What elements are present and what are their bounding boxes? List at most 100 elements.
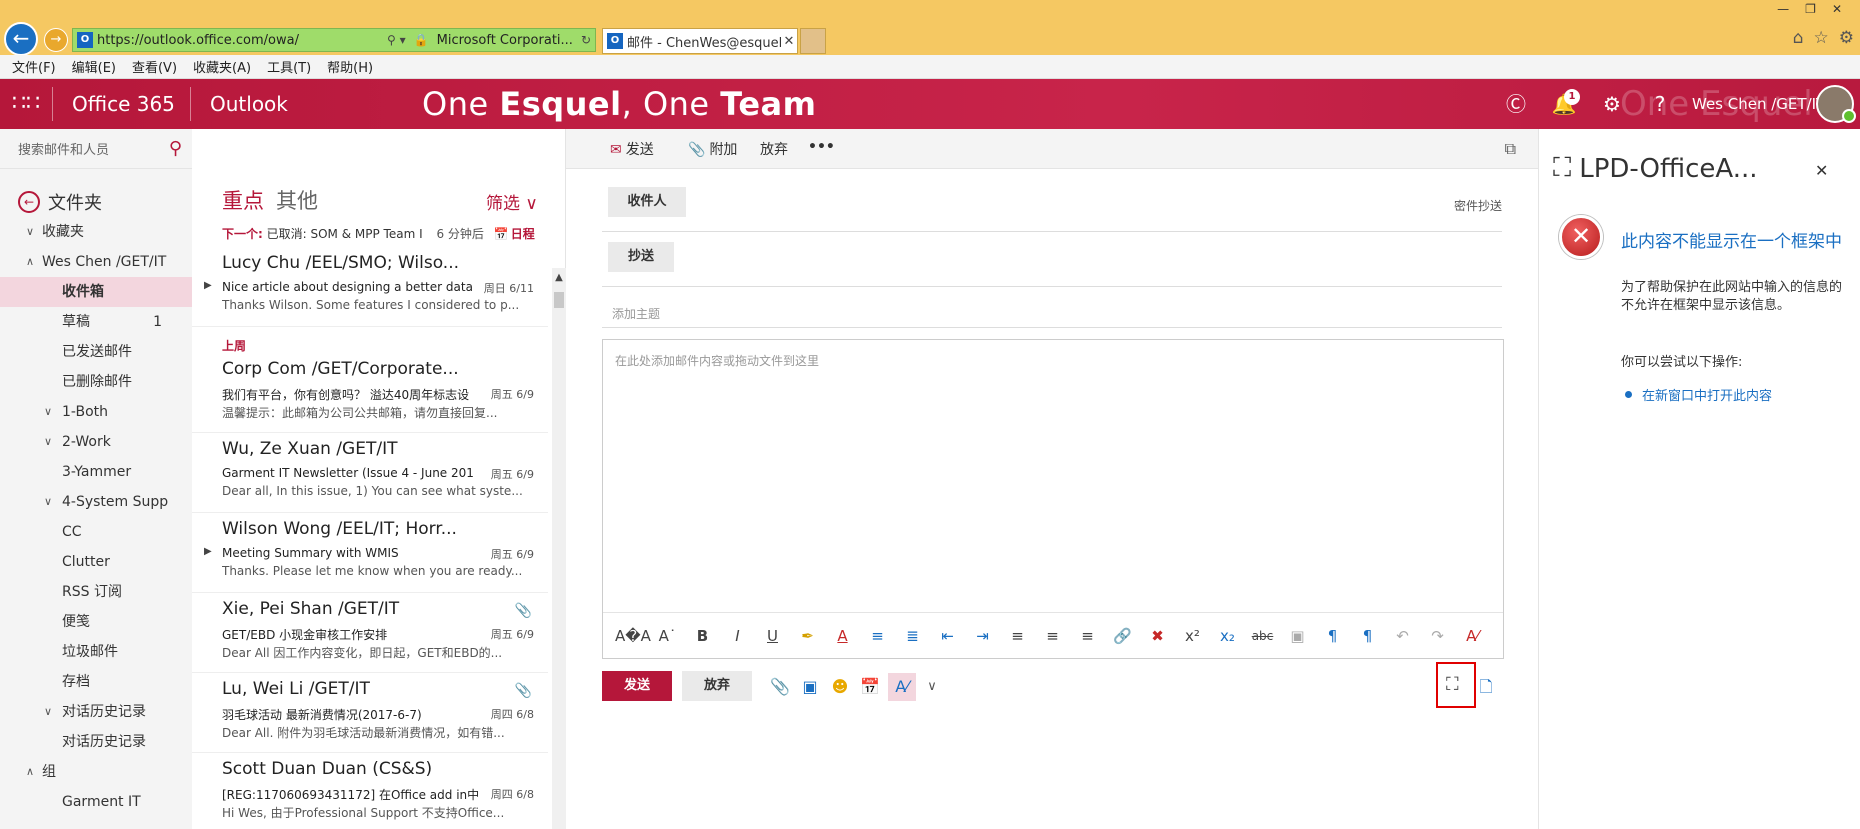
calendar-clock-icon[interactable]: 📅 [856,673,884,701]
rtl-paragraph-icon[interactable]: ¶ [1350,621,1385,651]
browser-tab-mail[interactable]: O 邮件 - ChenWes@esquel.... ✕ [602,28,798,54]
folder-clutter[interactable]: Clutter [0,547,192,577]
message-list-scrollbar[interactable]: ▲ [552,268,566,829]
folder-conversation-history[interactable]: ∨ 对话历史记录 [0,697,192,727]
address-bar[interactable]: O https://outlook.office.com/owa/ ⚲ ▾ 🔒 … [72,28,596,52]
scroll-up-icon[interactable]: ▲ [552,272,566,283]
folder-junk[interactable]: 垃圾邮件 [0,637,192,667]
list-item[interactable]: Scott Duan Duan (CS&S) [REG:117060693431… [192,755,548,829]
list-item[interactable]: Xie, Pei Shan /GET/IT 📎 GET/EBD 小现金审核工作安… [192,595,548,673]
folder-favorites[interactable]: ∨ 收藏夹 [0,217,192,247]
search-dropdown-icon[interactable]: ⚲ ▾ [387,33,406,47]
list-item[interactable]: Wilson Wong /EEL/IT; Horr... ▶ Meeting S… [192,515,548,593]
insert-picture-icon[interactable]: ▣ [1280,621,1315,651]
strikethrough-icon[interactable]: abc [1245,621,1280,651]
refresh-icon[interactable]: ↻ [581,33,591,47]
folder-4-system[interactable]: ∨ 4-System Supp [0,487,192,517]
insert-picture-icon[interactable]: ▣ [796,673,824,701]
url-text[interactable]: https://outlook.office.com/owa/ [97,33,383,48]
clear-formatting-icon[interactable]: A⁄ [1455,621,1490,651]
skype-icon[interactable]: Ⓒ [1492,79,1540,129]
menu-help[interactable]: 帮助(H) [327,57,373,76]
close-window-icon[interactable]: ✕ [1832,2,1842,16]
font-size-icon[interactable]: A˙ [650,621,685,651]
attach-icon[interactable]: 📎 [766,673,794,701]
back-arrow-icon[interactable]: ← [4,22,38,56]
new-tab-button[interactable] [800,28,826,54]
popout-icon[interactable]: ⧉ [1505,139,1516,159]
calendar-link[interactable]: 日程 [511,227,535,241]
forward-arrow-icon[interactable]: → [44,28,68,52]
align-right-icon[interactable]: ≡ [1070,621,1105,651]
ltr-paragraph-icon[interactable]: ¶ [1315,621,1350,651]
font-color-icon[interactable]: A [825,621,860,651]
chevron-down-icon[interactable]: ∨ [44,427,52,457]
certificate-label[interactable]: Microsoft Corporati... [433,33,577,48]
search-input[interactable]: 搜索邮件和人员 ⚲ [0,129,192,169]
list-item[interactable]: Wu, Ze Xuan /GET/IT Garment IT Newslette… [192,435,548,513]
close-icon[interactable]: ✕ [1815,161,1828,180]
settings-gear-icon[interactable]: ⚙ [1839,28,1854,48]
menu-tools[interactable]: 工具(T) [267,57,311,76]
scrollbar-thumb[interactable] [554,292,564,308]
bold-icon[interactable]: B [685,621,720,651]
bcc-link[interactable]: 密件抄送 [1454,197,1502,214]
numbering-icon[interactable]: ≣ [895,621,930,651]
chevron-up-icon[interactable]: ∧ [26,247,34,277]
message-body-editor[interactable]: 在此处添加邮件内容或拖动文件到这里 A�A A˙ B I U ✒ A ≡ ≣ ⇤… [602,339,1504,659]
next-event-reminder[interactable]: 下一个: 已取消: SOM & MPP Team I 6 分钟后 📅 日程 [222,225,562,242]
chevron-down-icon[interactable]: ∨ [44,487,52,517]
subject-input[interactable]: 添加主题 [612,305,660,322]
chevron-down-icon[interactable]: ∨ [918,673,946,701]
notification-bell-icon[interactable]: 🔔 [1540,79,1588,129]
cc-button[interactable]: 抄送 [608,242,674,272]
undo-icon[interactable]: ↶ [1385,621,1420,651]
subscript-icon[interactable]: x₂ [1210,621,1245,651]
back-circle-icon[interactable]: ← [18,191,40,213]
folder-drafts[interactable]: 草稿 1 [0,307,192,337]
folder-archive[interactable]: 存档 [0,667,192,697]
discard-button[interactable]: 放弃 [682,671,752,701]
remove-link-icon[interactable]: ✖ [1140,621,1175,651]
folder-groups[interactable]: ∧ 组 [0,757,192,787]
highlight-icon[interactable]: ✒ [790,621,825,651]
underline-icon[interactable]: U [755,621,790,651]
more-options-icon[interactable]: ••• [808,139,835,155]
folder-notes[interactable]: 便笺 [0,607,192,637]
folder-account[interactable]: ∧ Wes Chen /GET/IT [0,247,192,277]
folder-cc[interactable]: CC [0,517,192,547]
chevron-up-icon[interactable]: ∧ [26,757,34,787]
tab-focused[interactable]: 重点 [222,189,264,213]
open-in-new-window-link[interactable]: 在新窗口中打开此内容 [1625,385,1772,404]
folder-garment-it[interactable]: Garment IT [0,787,192,817]
minimize-icon[interactable]: — [1777,2,1789,16]
chevron-down-icon[interactable]: ∨ [44,697,52,727]
favorites-star-icon[interactable]: ☆ [1814,28,1829,48]
chevron-down-icon[interactable]: ∨ [44,397,52,427]
emoji-icon[interactable]: ☻ [826,673,854,701]
expand-thread-icon[interactable]: ▶ [204,280,212,291]
chevron-down-icon[interactable]: ∨ [26,217,34,247]
increase-indent-icon[interactable]: ⇥ [965,621,1000,651]
folder-header[interactable]: ← 文件夹 [18,189,102,215]
redo-icon[interactable]: ↷ [1420,621,1455,651]
align-center-icon[interactable]: ≡ [1035,621,1070,651]
toolbar-discard-button[interactable]: 放弃 [760,139,788,159]
office365-brand[interactable]: Office 365 [72,92,175,116]
superscript-icon[interactable]: x² [1175,621,1210,651]
send-button[interactable]: 发送 [602,671,672,701]
list-item[interactable]: Lu, Wei Li /GET/IT 📎 羽毛球活动 最新消费情况(2017-6… [192,675,548,753]
align-left-icon[interactable]: ≡ [1000,621,1035,651]
filter-dropdown[interactable]: 筛选 ∨ [486,189,538,214]
close-tab-icon[interactable]: ✕ [781,34,797,49]
expand-thread-icon[interactable]: ▶ [204,546,212,557]
search-icon[interactable]: ⚲ [169,138,182,159]
list-item[interactable]: Lucy Chu /EEL/SMO; Wilso... ▶ Nice artic… [192,249,548,327]
tshirt-addin-icon[interactable]: ⛶ [1446,674,1459,695]
app-launcher-waffle-icon[interactable]: ∷∷ [0,79,52,129]
menu-favorites[interactable]: 收藏夹(A) [193,57,251,76]
outlook-app-name[interactable]: Outlook [210,92,288,116]
font-icon[interactable]: A�A [615,621,651,651]
folder-1-both[interactable]: ∨ 1-Both [0,397,192,427]
toolbar-attach-button[interactable]: 📎 附加 [688,139,737,159]
